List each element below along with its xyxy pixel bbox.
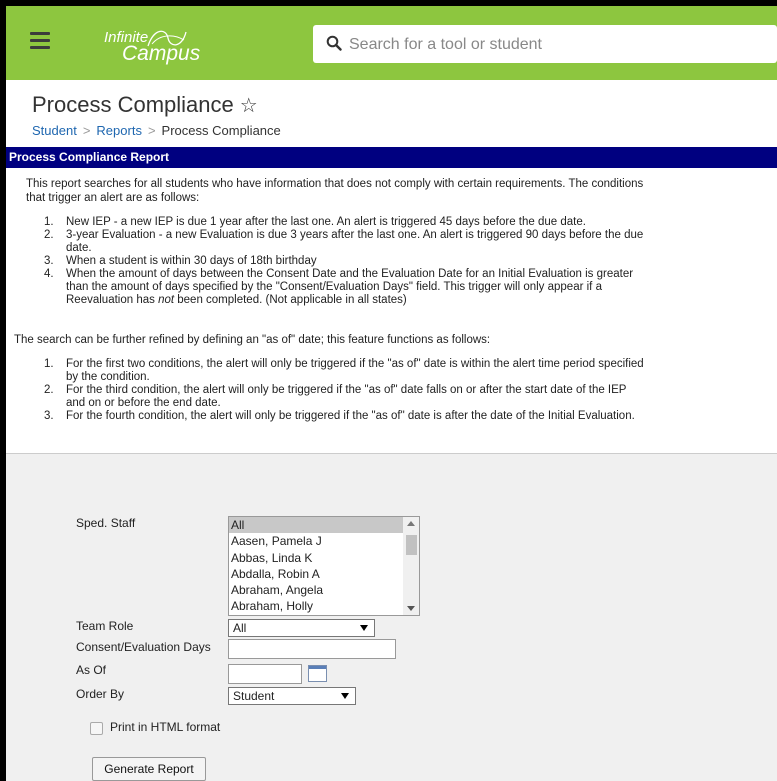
report-form: Sped. Staff All Aasen, Pamela J Abbas, L… [6,453,777,781]
list-item: 2. 3-year Evaluation - a new Evaluation i… [44,229,644,254]
list-item: 2. For the third condition, the alert wil… [44,384,627,409]
intro-line-2: that trigger an alert are as follows: [26,192,200,204]
calendar-icon[interactable] [308,665,327,682]
chevron-down-icon [341,693,349,699]
breadcrumb-separator: > [82,123,91,138]
print-html-checkbox[interactable] [90,722,103,735]
report-description: This report searches for all students wh… [6,168,777,446]
sped-staff-listbox[interactable]: All Aasen, Pamela J Abbas, Linda K Abdal… [228,516,420,616]
list-item[interactable]: Abbas, Linda K [229,550,419,566]
sped-staff-label: Sped. Staff [76,516,136,530]
print-html-label: Print in HTML format [110,720,221,734]
search-icon [326,35,342,51]
list-item[interactable]: Abraham, Angela [229,582,419,598]
report-header: Process Compliance Report [6,147,777,168]
list-item: 3. For the fourth condition, the alert wi… [44,410,635,422]
page-title: Process Compliance ☆ [32,92,258,118]
team-role-label: Team Role [76,619,134,633]
as-of-label: As Of [76,663,107,677]
favorite-star-icon[interactable]: ☆ [240,95,258,117]
list-item[interactable]: All [229,517,419,534]
breadcrumb-separator: > [147,123,156,138]
order-by-label: Order By [76,687,125,701]
list-item[interactable]: Aasen, Pamela J [229,533,419,549]
logo-line2: Campus [122,42,201,65]
breadcrumb-current: Process Compliance [161,123,281,138]
listbox-scrollbar[interactable] [403,517,419,615]
order-by-value: Student [233,689,275,703]
list-item: 1. New IEP - a new IEP is due 1 year afte… [44,216,586,228]
chevron-down-icon [360,625,368,631]
list-item[interactable]: Abraham, Holly [229,598,419,614]
page-title-text: Process Compliance [32,92,234,117]
scroll-up-arrow-icon[interactable] [407,521,415,526]
scroll-down-arrow-icon[interactable] [407,606,415,611]
refinements-list: 1. For the first two conditions, the aler… [44,358,769,423]
generate-report-button[interactable]: Generate Report [92,757,206,781]
list-item[interactable]: Abdalla, Robin A [229,566,419,582]
team-role-value: All [233,621,247,635]
scrollbar-thumb[interactable] [406,535,417,555]
breadcrumb-student[interactable]: Student [32,123,77,138]
conditions-list: 1. New IEP - a new IEP is due 1 year afte… [44,216,769,307]
infinite-campus-logo[interactable]: Infinite Campus [104,24,214,66]
team-role-select[interactable]: All [228,619,375,637]
refine-intro: The search can be further refined by def… [14,334,491,346]
as-of-input[interactable] [228,664,302,684]
intro-line-1: This report searches for all students wh… [26,178,644,190]
menu-icon[interactable] [30,32,50,52]
app-window: Infinite Campus Process Compliance ☆ Stud… [6,6,777,781]
consent-days-label: Consent/Evaluation Days [76,640,211,654]
search-input[interactable] [347,32,771,58]
list-item: 1. For the first two conditions, the aler… [44,358,644,383]
order-by-select[interactable]: Student [228,687,356,705]
breadcrumb-reports[interactable]: Reports [96,123,142,138]
breadcrumb: Student > Reports > Process Compliance [32,123,281,138]
list-item: 3. When a student is within 30 days of 18… [44,255,317,267]
consent-days-input[interactable] [228,639,396,659]
list-item: 4. When the amount of days between the Co… [44,268,634,306]
top-bar: Infinite Campus [6,6,777,80]
search-box[interactable] [313,25,777,63]
